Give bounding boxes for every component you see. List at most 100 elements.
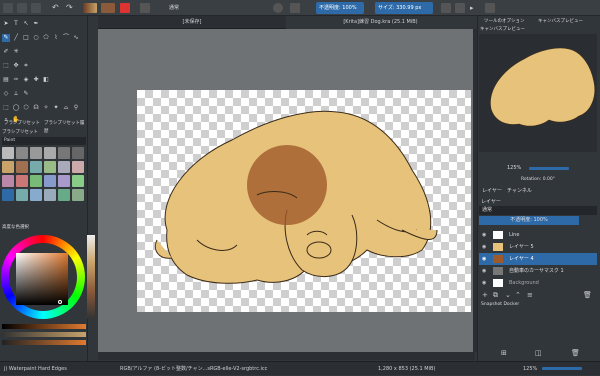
bezier-select-icon[interactable]: ⌓ (62, 104, 70, 112)
delete-snapshot-icon[interactable]: 🗑 (571, 348, 580, 358)
brush-preset[interactable] (16, 189, 28, 201)
eye-icon[interactable]: ◉ (482, 277, 486, 289)
color-slider-2[interactable] (2, 332, 86, 337)
brush-preset[interactable] (30, 147, 42, 159)
new-document-icon[interactable] (3, 3, 13, 13)
crop-tool-icon[interactable]: ⌗ (22, 62, 30, 70)
tab-dog-kra[interactable]: [Krita]練習 Dog.kra (25.1 MiB) (286, 16, 475, 29)
gradient-selector[interactable] (83, 3, 97, 13)
polyline-tool-icon[interactable]: ⌇ (52, 34, 60, 42)
brush-preset[interactable] (30, 175, 42, 187)
calligraphy-icon[interactable]: ✒ (32, 20, 40, 28)
text-tool-icon[interactable]: T (12, 20, 20, 28)
ellipse-select-icon[interactable]: ◯ (12, 104, 20, 112)
rect-select-icon[interactable]: ⬚ (2, 104, 10, 112)
brush-preset[interactable] (16, 161, 28, 173)
workspace-icon[interactable] (485, 3, 495, 13)
duplicate-layer-icon[interactable]: ⧉ (493, 291, 498, 300)
brush-preset-selected[interactable] (2, 189, 14, 201)
brush-preset[interactable] (30, 189, 42, 201)
brush-preset[interactable] (44, 189, 56, 201)
tab-tool-options[interactable]: ツールのオプション (484, 18, 525, 24)
brush-preset[interactable] (58, 189, 70, 201)
rotation-label[interactable]: Rotation: 0.00° (521, 177, 555, 182)
mirror-vertical-icon[interactable] (455, 3, 465, 13)
tab-brush-history[interactable]: ブラシプリセット履歴 (44, 120, 86, 136)
alpha-lock-icon[interactable] (290, 3, 300, 13)
eraser-mode-icon[interactable] (273, 3, 283, 13)
horizontal-scrollbar[interactable] (98, 352, 475, 360)
measure-tool-icon[interactable]: ⟂ (12, 90, 20, 98)
freehand-select-icon[interactable]: ☊ (32, 104, 40, 112)
smart-patch-icon[interactable]: ✚ (32, 76, 40, 84)
brush-preset[interactable] (72, 161, 84, 173)
bezier-tool-icon[interactable]: ⌒ (62, 34, 70, 42)
layer-row[interactable]: ◉ レイヤー 5 (479, 241, 597, 253)
move-down-icon[interactable]: ⌄ (505, 291, 511, 300)
opacity-slider[interactable]: 不透明度: 100% (316, 2, 364, 14)
add-snapshot-icon[interactable]: ⊞ (501, 348, 507, 358)
layer-row[interactable]: ◉ Background (479, 277, 597, 289)
assistant-tool-icon[interactable]: ◇ (2, 90, 10, 98)
rectangle-tool-icon[interactable]: □ (22, 34, 30, 42)
layer-row[interactable]: ◉ Line (479, 229, 597, 241)
color-sv-square[interactable] (16, 253, 68, 305)
zoom-slider[interactable] (529, 167, 569, 170)
open-document-icon[interactable] (17, 3, 27, 13)
undo-icon[interactable]: ↶ (52, 3, 62, 13)
brush-preset[interactable] (72, 147, 84, 159)
contiguous-select-icon[interactable]: ✧ (42, 104, 50, 112)
brush-preset[interactable] (44, 161, 56, 173)
brush-tag-select[interactable]: Paint (2, 137, 86, 145)
tab-unsaved[interactable]: [未保存] (98, 16, 286, 29)
color-slider-3[interactable] (2, 340, 86, 345)
brush-preset[interactable] (58, 175, 70, 187)
brush-preset[interactable] (2, 147, 14, 159)
polygon-tool-icon[interactable]: ⬠ (42, 34, 50, 42)
magnetic-select-icon[interactable]: ⚲ (72, 104, 80, 112)
edit-shapes-icon[interactable]: ↖ (22, 20, 30, 28)
tab-brush-presets[interactable]: ブラシプリセット (4, 120, 40, 128)
brush-preset[interactable] (44, 175, 56, 187)
status-zoom-slider[interactable] (542, 367, 582, 370)
properties-icon[interactable]: ≡ (527, 291, 533, 300)
move-up-icon[interactable]: ⌃ (515, 291, 521, 300)
line-tool-icon[interactable]: ╱ (12, 34, 20, 42)
save-icon[interactable] (31, 3, 41, 13)
color-cursor[interactable] (58, 300, 62, 304)
mirror-horizontal-icon[interactable] (441, 3, 451, 13)
brush-preset[interactable] (58, 161, 70, 173)
blend-mode-select[interactable]: 通常 (169, 2, 179, 14)
fg-bg-color-icon[interactable] (120, 3, 130, 13)
eye-icon[interactable]: ◉ (482, 241, 486, 253)
brush-preset[interactable] (72, 175, 84, 187)
tab-layers[interactable]: レイヤー (482, 187, 502, 196)
color-picker-icon[interactable]: ✑ (12, 76, 20, 84)
delete-layer-icon[interactable]: 🗑 (583, 291, 592, 300)
select-shapes-icon[interactable]: ➤ (2, 20, 10, 28)
layer-opacity-slider[interactable]: 不透明度: 100% (479, 216, 579, 225)
transform-tool-icon[interactable]: ⬚ (2, 62, 10, 70)
multibrush-icon[interactable]: ✳ (12, 48, 20, 56)
layer-row[interactable]: ◉ 自動車のカーサマスク 1 (479, 265, 597, 277)
brush-preset[interactable] (2, 175, 14, 187)
gradient-tool-icon[interactable]: ▤ (2, 76, 10, 84)
brush-preset[interactable] (30, 161, 42, 173)
expand-icon[interactable]: ▸ (470, 3, 480, 13)
move-tool-icon[interactable]: ✥ (12, 62, 20, 70)
add-layer-icon[interactable]: + (482, 291, 488, 300)
tab-channels[interactable]: チャンネル (507, 187, 532, 196)
layer-blend-select[interactable]: 通常 (479, 206, 597, 215)
freehand-path-icon[interactable]: ∿ (72, 34, 80, 42)
document-canvas[interactable] (137, 90, 471, 312)
brush-preset[interactable] (58, 147, 70, 159)
tab-canvas-preview[interactable]: キャンバスプレビュー (538, 18, 583, 24)
brush-settings-icon[interactable] (140, 3, 150, 13)
canvas-preview-panel[interactable] (479, 34, 597, 152)
fill-tool-icon[interactable]: ◧ (42, 76, 50, 84)
brush-preset[interactable] (16, 175, 28, 187)
ellipse-tool-icon[interactable]: ○ (32, 34, 40, 42)
brush-preset[interactable] (72, 189, 84, 201)
polygon-select-icon[interactable]: ⬡ (22, 104, 30, 112)
similar-select-icon[interactable]: ✦ (52, 104, 60, 112)
